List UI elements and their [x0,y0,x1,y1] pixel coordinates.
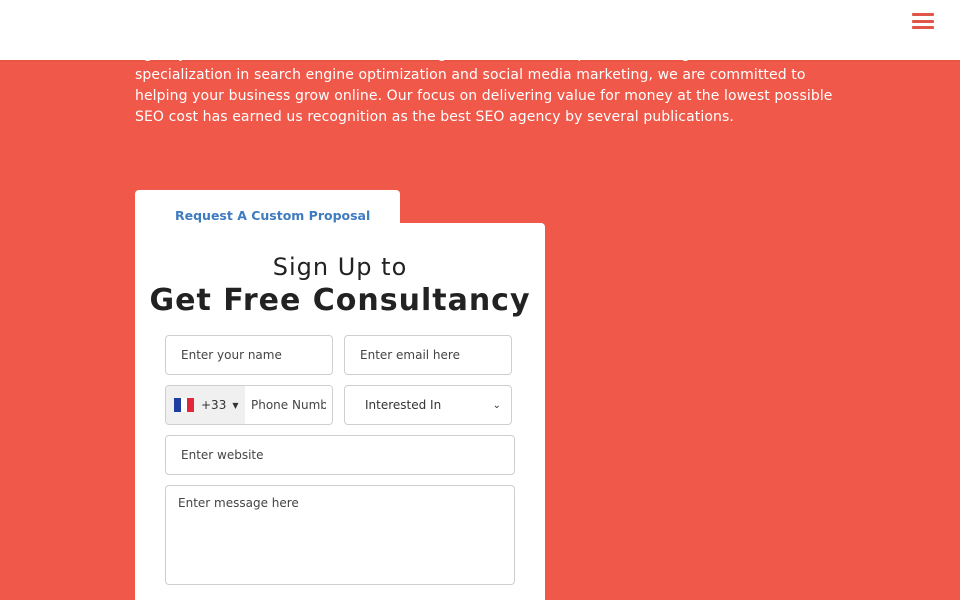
message-textarea[interactable] [165,485,515,585]
tab-label: Request A Custom Proposal [175,208,371,223]
email-input[interactable] [344,335,512,375]
caret-down-icon: ▼ [232,400,239,410]
signup-form-card: Sign Up to Get Free Consultancy +33 ▼ In… [135,223,545,600]
interest-selected-value: Interested In [365,398,442,412]
france-flag-icon [174,398,195,412]
website-input[interactable] [165,435,515,475]
interest-select[interactable]: Interested In ⌄ [344,385,512,425]
phone-input[interactable] [245,386,332,424]
phone-field: +33 ▼ [165,385,333,425]
dial-code: +33 [201,398,227,412]
name-input[interactable] [165,335,333,375]
menu-icon[interactable] [912,13,934,29]
top-navbar [0,0,960,60]
form-title-line1: Sign Up to [272,253,408,281]
country-code-select[interactable]: +33 ▼ [166,386,245,424]
chevron-down-icon: ⌄ [492,399,501,411]
form-title-line2: Get Free Consultancy [149,283,531,318]
